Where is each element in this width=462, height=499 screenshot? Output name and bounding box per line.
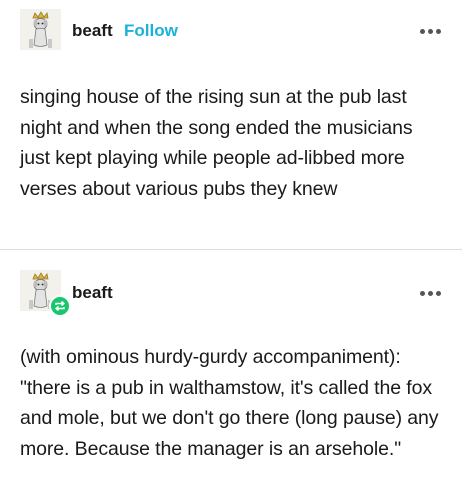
post-text: (with ominous hurdy-gurdy accompaniment)… <box>20 346 439 460</box>
post-header: beaft Follow <box>0 0 462 60</box>
username[interactable]: beaft <box>72 283 113 303</box>
more-options-icon[interactable] <box>420 26 444 36</box>
reblog-icon <box>54 300 66 312</box>
more-options-icon[interactable] <box>420 288 444 298</box>
post-text: singing house of the rising sun at the p… <box>20 86 413 200</box>
post-original: beaft Follow singing house of the rising… <box>0 0 462 204</box>
avatar[interactable] <box>20 9 61 50</box>
username[interactable]: beaft <box>72 21 113 41</box>
reblog-badge <box>49 295 71 317</box>
dog-with-crown-avatar-icon <box>20 9 61 50</box>
post-body: (with ominous hurdy-gurdy accompaniment)… <box>0 342 462 464</box>
post-reblog: beaft (with ominous hurdy-gurdy accompan… <box>0 250 462 464</box>
post-body: singing house of the rising sun at the p… <box>0 82 462 204</box>
follow-button[interactable]: Follow <box>124 21 178 41</box>
